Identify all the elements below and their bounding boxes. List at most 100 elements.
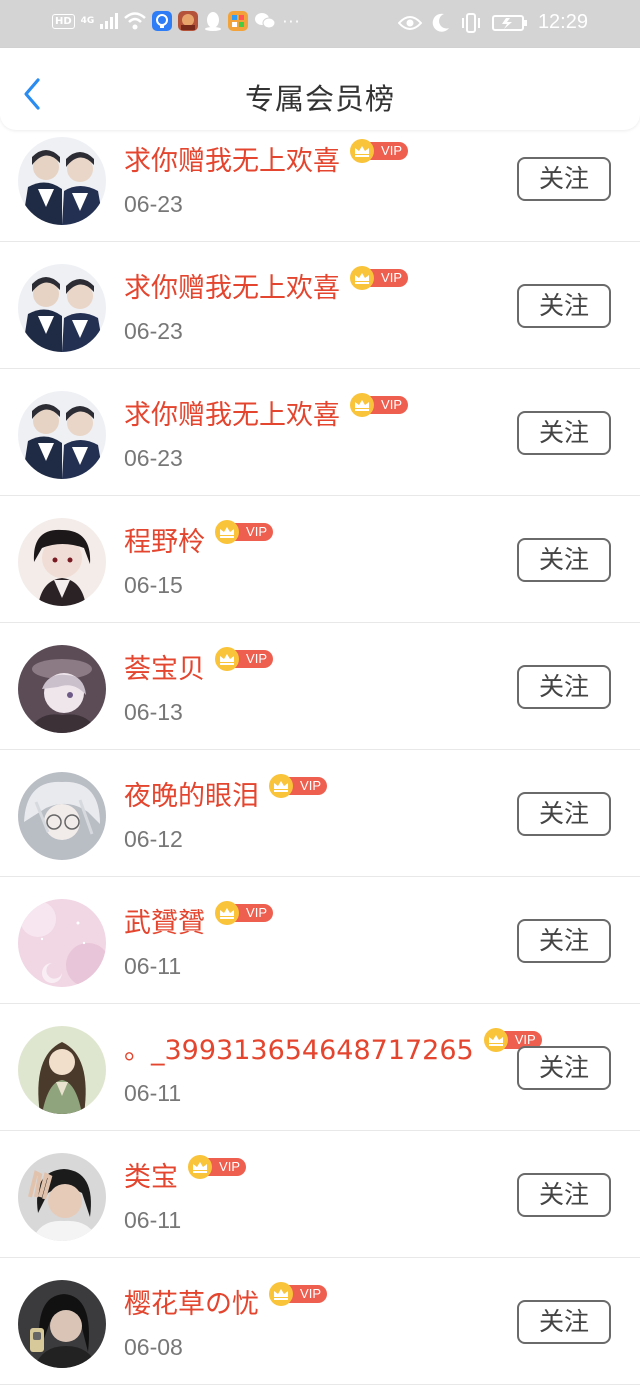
eye-icon <box>397 15 422 31</box>
crown-icon <box>269 773 293 798</box>
member-date: 06-11 <box>124 1207 182 1233</box>
member-row[interactable]: 求你赠我无上欢喜 VIP 06-23 关注 <box>0 115 640 242</box>
member-name[interactable]: 类宝 <box>124 1155 178 1194</box>
member-date: 06-11 <box>124 1080 182 1106</box>
avatar-anime-hat[interactable] <box>18 645 106 733</box>
name-line: 夜晚的眼泪 VIP <box>124 773 327 813</box>
crown-icon <box>188 1154 212 1179</box>
member-name[interactable]: 求你赠我无上欢喜 <box>124 266 340 305</box>
member-row[interactable]: 荟宝贝 VIP 06-13 关注 <box>0 623 640 750</box>
crown-icon <box>215 646 239 671</box>
status-bar-right: 12:29 <box>397 11 588 34</box>
name-line: 求你赠我无上欢喜 VIP <box>124 392 408 432</box>
follow-button[interactable]: 关注 <box>517 284 611 328</box>
vip-badge: VIP <box>215 900 273 925</box>
vibrate-icon <box>460 12 482 33</box>
follow-button[interactable]: 关注 <box>517 1046 611 1090</box>
vip-badge: VIP <box>350 138 408 163</box>
app-notification-icon <box>152 11 173 31</box>
name-line: 樱花草の忧 VIP <box>124 1281 327 1321</box>
avatar-two-boys[interactable] <box>18 137 106 225</box>
battery-charging-icon <box>491 14 528 32</box>
crown-icon <box>350 265 374 290</box>
avatar-silver-hair[interactable] <box>18 772 106 860</box>
member-date: 06-12 <box>124 826 183 852</box>
member-row[interactable]: 程野柃 VIP 06-15 关注 <box>0 496 640 623</box>
vip-badge: VIP <box>350 392 408 417</box>
member-row[interactable]: 夜晚的眼泪 VIP 06-12 关注 <box>0 750 640 877</box>
crown-icon <box>483 1027 508 1052</box>
app-icon <box>228 11 249 31</box>
avatar-girl-peace[interactable] <box>18 1153 106 1241</box>
status-bar: HD 4G ··· 12:29 <box>0 0 640 48</box>
crown-icon <box>269 1281 293 1306</box>
wifi-icon <box>124 12 147 30</box>
name-line: 求你赠我无上欢喜 VIP <box>124 138 408 178</box>
member-row[interactable]: 樱花草の忧 VIP 06-08 关注 <box>0 1258 640 1385</box>
vip-badge: VIP <box>188 1154 246 1179</box>
follow-button[interactable]: 关注 <box>517 157 611 201</box>
member-row[interactable]: 求你赠我无上欢喜 VIP 06-23 关注 <box>0 242 640 369</box>
follow-button[interactable]: 关注 <box>517 792 611 836</box>
member-date: 06-23 <box>124 445 183 471</box>
vip-badge: VIP <box>269 773 327 798</box>
member-list: 求你赠我无上欢喜 VIP 06-23 关注 求你赠我无上欢喜 VIP 06-23… <box>0 115 640 1385</box>
avatar-two-boys[interactable] <box>18 391 106 479</box>
member-row[interactable]: 求你赠我无上欢喜 VIP 06-23 关注 <box>0 369 640 496</box>
member-name[interactable]: 樱花草の忧 <box>124 1282 259 1321</box>
qq-icon <box>204 11 222 31</box>
member-row[interactable]: 。_399313654648717265 VIP 06-11 关注 <box>0 1004 640 1131</box>
avatar-ancient-character[interactable] <box>18 1026 106 1114</box>
member-date: 06-13 <box>124 699 183 725</box>
vip-badge: VIP <box>215 646 273 671</box>
member-name[interactable]: 武贇贇 <box>124 901 205 940</box>
follow-button[interactable]: 关注 <box>517 665 611 709</box>
member-row[interactable]: 武贇贇 VIP 06-11 关注 <box>0 877 640 1004</box>
member-name[interactable]: 求你赠我无上欢喜 <box>124 139 340 178</box>
crown-icon <box>350 392 374 417</box>
name-line: 武贇贇 VIP <box>124 900 273 940</box>
avatar-two-boys[interactable] <box>18 264 106 352</box>
member-date: 06-23 <box>124 191 183 217</box>
member-name[interactable]: 求你赠我无上欢喜 <box>124 393 340 432</box>
follow-button[interactable]: 关注 <box>517 411 611 455</box>
member-date: 06-11 <box>124 953 182 979</box>
follow-button[interactable]: 关注 <box>517 919 611 963</box>
vip-badge: VIP <box>269 1281 327 1306</box>
avatar-pink-moon[interactable] <box>18 899 106 987</box>
crown-icon <box>215 519 239 544</box>
vip-badge: VIP <box>350 265 408 290</box>
follow-button[interactable]: 关注 <box>517 1300 611 1344</box>
crown-icon <box>350 138 374 163</box>
name-line: 。_399313654648717265 VIP <box>124 1027 542 1067</box>
member-row[interactable]: 类宝 VIP 06-11 关注 <box>0 1131 640 1258</box>
avatar-dark-anime[interactable] <box>18 518 106 606</box>
crown-icon <box>215 900 239 925</box>
follow-button[interactable]: 关注 <box>517 538 611 582</box>
signal-icon <box>100 13 119 29</box>
page-header: 专属会员榜 <box>0 48 640 130</box>
page-title: 专属会员榜 <box>244 82 395 116</box>
hd-badge: HD <box>52 13 75 29</box>
vip-badge: VIP <box>215 519 273 544</box>
network-type: 4G <box>80 16 95 26</box>
follow-button[interactable]: 关注 <box>517 1173 611 1217</box>
avatar-girl-phone[interactable] <box>18 1280 106 1368</box>
wechat-icon <box>254 12 276 30</box>
member-name[interactable]: 荟宝贝 <box>124 647 205 686</box>
member-name[interactable]: 程野柃 <box>124 520 205 559</box>
member-date: 06-23 <box>124 318 183 344</box>
name-line: 类宝 VIP <box>124 1154 246 1194</box>
member-date: 06-08 <box>124 1334 183 1360</box>
status-bar-left: HD 4G ··· <box>52 11 301 31</box>
member-date: 06-15 <box>124 572 183 598</box>
moon-icon <box>432 13 450 33</box>
member-name[interactable]: 夜晚的眼泪 <box>124 774 259 813</box>
game-app-icon <box>178 11 199 31</box>
clock: 12:29 <box>537 11 588 33</box>
name-line: 荟宝贝 VIP <box>124 646 273 686</box>
name-line: 求你赠我无上欢喜 VIP <box>124 265 408 305</box>
member-name[interactable]: 。_399313654648717265 <box>124 1028 474 1067</box>
overflow-dots: ··· <box>282 11 301 31</box>
name-line: 程野柃 VIP <box>124 519 273 559</box>
